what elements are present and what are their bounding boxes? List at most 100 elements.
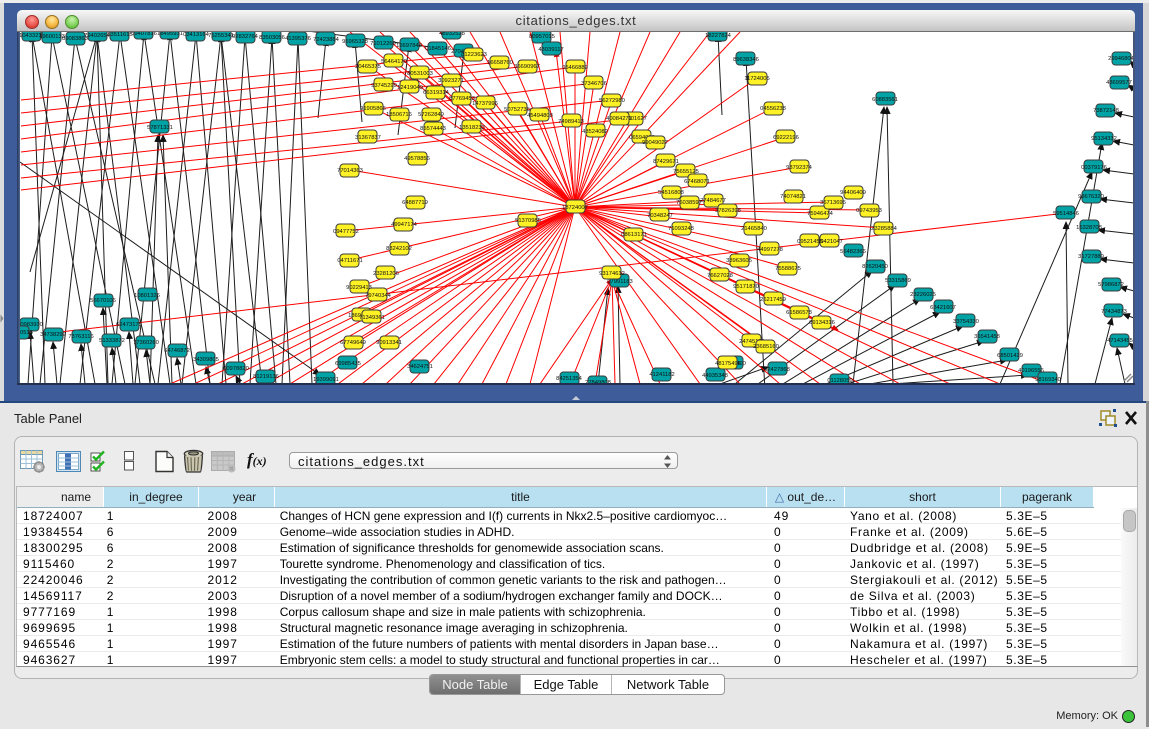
svg-text:29946804: 29946804 bbox=[1108, 56, 1135, 62]
svg-text:99049027: 99049027 bbox=[642, 140, 668, 146]
svg-text:52427868: 52427868 bbox=[764, 367, 790, 373]
svg-text:64746872: 64746872 bbox=[164, 348, 190, 354]
svg-text:10801326: 10801326 bbox=[134, 293, 160, 299]
svg-text:44935348: 44935348 bbox=[702, 373, 728, 379]
svg-text:44997278: 44997278 bbox=[757, 247, 783, 253]
svg-text:45494808: 45494808 bbox=[527, 113, 553, 119]
svg-text:94406409: 94406409 bbox=[840, 190, 866, 196]
svg-text:79740344: 79740344 bbox=[365, 293, 392, 299]
svg-text:09477752: 09477752 bbox=[333, 229, 359, 235]
svg-text:73872148: 73872148 bbox=[1093, 108, 1119, 114]
svg-text:04556238: 04556238 bbox=[760, 106, 786, 112]
svg-text:82620450: 82620450 bbox=[862, 264, 888, 270]
svg-text:77434873: 77434873 bbox=[1101, 309, 1127, 315]
svg-text:31367837: 31367837 bbox=[355, 135, 381, 141]
svg-text:56464170: 56464170 bbox=[381, 59, 407, 65]
svg-text:37826398: 37826398 bbox=[715, 208, 741, 214]
svg-text:91905865: 91905865 bbox=[360, 106, 386, 112]
svg-text:93745299: 93745299 bbox=[371, 83, 397, 89]
svg-text:75946474: 75946474 bbox=[807, 211, 834, 217]
svg-text:23685160: 23685160 bbox=[753, 344, 779, 350]
svg-text:85574443: 85574443 bbox=[420, 126, 446, 132]
svg-text:18724007: 18724007 bbox=[562, 205, 588, 211]
svg-text:68501429: 68501429 bbox=[997, 353, 1023, 359]
svg-text:57871331: 57871331 bbox=[147, 125, 173, 131]
svg-text:95134332: 95134332 bbox=[1091, 136, 1117, 142]
svg-text:07991183: 07991183 bbox=[607, 279, 632, 285]
svg-text:49578856: 49578856 bbox=[404, 156, 430, 162]
svg-text:43699577: 43699577 bbox=[1106, 80, 1132, 86]
svg-text:71349361: 71349361 bbox=[359, 315, 385, 321]
svg-text:48175496: 48175496 bbox=[715, 361, 741, 367]
svg-text:19600133: 19600133 bbox=[39, 34, 65, 40]
svg-text:69985435: 69985435 bbox=[335, 361, 361, 367]
svg-text:74989413: 74989413 bbox=[558, 119, 584, 125]
svg-text:56670106: 56670106 bbox=[90, 298, 116, 304]
svg-text:95171870: 95171870 bbox=[733, 284, 759, 290]
svg-text:57262849: 57262849 bbox=[418, 112, 444, 118]
svg-text:34738299: 34738299 bbox=[40, 332, 66, 338]
svg-text:57986872: 57986872 bbox=[1098, 282, 1124, 288]
svg-text:70348247: 70348247 bbox=[647, 213, 673, 219]
svg-text:23511615: 23511615 bbox=[107, 32, 132, 38]
svg-text:83503056: 83503056 bbox=[259, 35, 285, 41]
svg-text:36690967: 36690967 bbox=[514, 64, 540, 70]
svg-text:16697848: 16697848 bbox=[396, 43, 422, 49]
svg-text:36541458: 36541458 bbox=[974, 334, 1000, 340]
svg-text:76627028: 76627028 bbox=[707, 273, 733, 279]
svg-text:09743953: 09743953 bbox=[856, 208, 882, 214]
svg-text:54516808: 54516808 bbox=[658, 190, 684, 196]
svg-text:34309805: 34309805 bbox=[193, 357, 219, 363]
svg-text:81223623: 81223623 bbox=[461, 52, 487, 58]
svg-text:41241182: 41241182 bbox=[649, 372, 674, 378]
svg-text:49947174: 49947174 bbox=[391, 222, 418, 228]
svg-text:50752735: 50752735 bbox=[504, 107, 530, 113]
svg-text:13518233: 13518233 bbox=[459, 125, 485, 131]
svg-text:10310518: 10310518 bbox=[20, 330, 33, 336]
svg-text:43039117: 43039117 bbox=[538, 47, 563, 53]
svg-text:00379176: 00379176 bbox=[1081, 165, 1107, 171]
svg-text:26217459: 26217459 bbox=[760, 297, 786, 303]
svg-text:83242102: 83242102 bbox=[386, 246, 412, 252]
svg-text:77014363: 77014363 bbox=[337, 168, 363, 174]
svg-text:76038597: 76038597 bbox=[676, 200, 702, 206]
svg-text:01845146: 01845146 bbox=[425, 46, 451, 52]
svg-text:05466889: 05466889 bbox=[562, 65, 588, 71]
svg-text:64887719: 64887719 bbox=[402, 200, 428, 206]
svg-text:47143455: 47143455 bbox=[1107, 338, 1133, 344]
svg-text:75588675: 75588675 bbox=[775, 266, 801, 272]
svg-text:12419049: 12419049 bbox=[397, 85, 423, 91]
svg-text:09134316: 09134316 bbox=[809, 320, 835, 326]
svg-text:93676320: 93676320 bbox=[1078, 194, 1104, 200]
svg-text:56482366: 56482366 bbox=[840, 249, 866, 255]
svg-text:23285884: 23285884 bbox=[871, 226, 898, 232]
svg-text:41395376: 41395376 bbox=[285, 36, 311, 42]
svg-text:18227824: 18227824 bbox=[705, 33, 732, 39]
svg-text:30923271: 30923271 bbox=[438, 78, 464, 84]
svg-text:67468071: 67468071 bbox=[684, 179, 710, 185]
svg-text:08613171: 08613171 bbox=[621, 232, 647, 238]
svg-text:81219136: 81219136 bbox=[253, 374, 279, 380]
svg-text:59407816: 59407816 bbox=[131, 32, 157, 37]
svg-text:87769453: 87769453 bbox=[449, 96, 475, 102]
svg-text:43524082: 43524082 bbox=[582, 129, 608, 135]
svg-text:18506716: 18506716 bbox=[386, 112, 412, 118]
svg-text:75255341: 75255341 bbox=[208, 33, 234, 39]
svg-text:11724005: 11724005 bbox=[744, 76, 769, 82]
svg-text:71012269: 71012269 bbox=[370, 41, 396, 47]
svg-text:31727889: 31727889 bbox=[1078, 254, 1104, 260]
svg-text:59514846: 59514846 bbox=[1053, 211, 1079, 217]
svg-text:63421607: 63421607 bbox=[930, 305, 956, 311]
svg-text:16658760: 16658760 bbox=[487, 60, 513, 66]
svg-text:62473178: 62473178 bbox=[116, 322, 142, 328]
svg-text:80957015: 80957015 bbox=[529, 34, 555, 40]
svg-text:77360260: 77360260 bbox=[133, 340, 159, 346]
svg-text:33963605: 33963605 bbox=[726, 258, 752, 264]
svg-text:60883561: 60883561 bbox=[872, 97, 898, 103]
svg-text:66319314: 66319314 bbox=[423, 90, 450, 96]
svg-text:71093248: 71093248 bbox=[668, 226, 694, 232]
svg-text:23226025: 23226025 bbox=[910, 292, 936, 298]
svg-text:23281206: 23281206 bbox=[373, 271, 399, 277]
svg-text:34624751: 34624751 bbox=[407, 364, 433, 370]
svg-text:51333872: 51333872 bbox=[99, 338, 125, 344]
